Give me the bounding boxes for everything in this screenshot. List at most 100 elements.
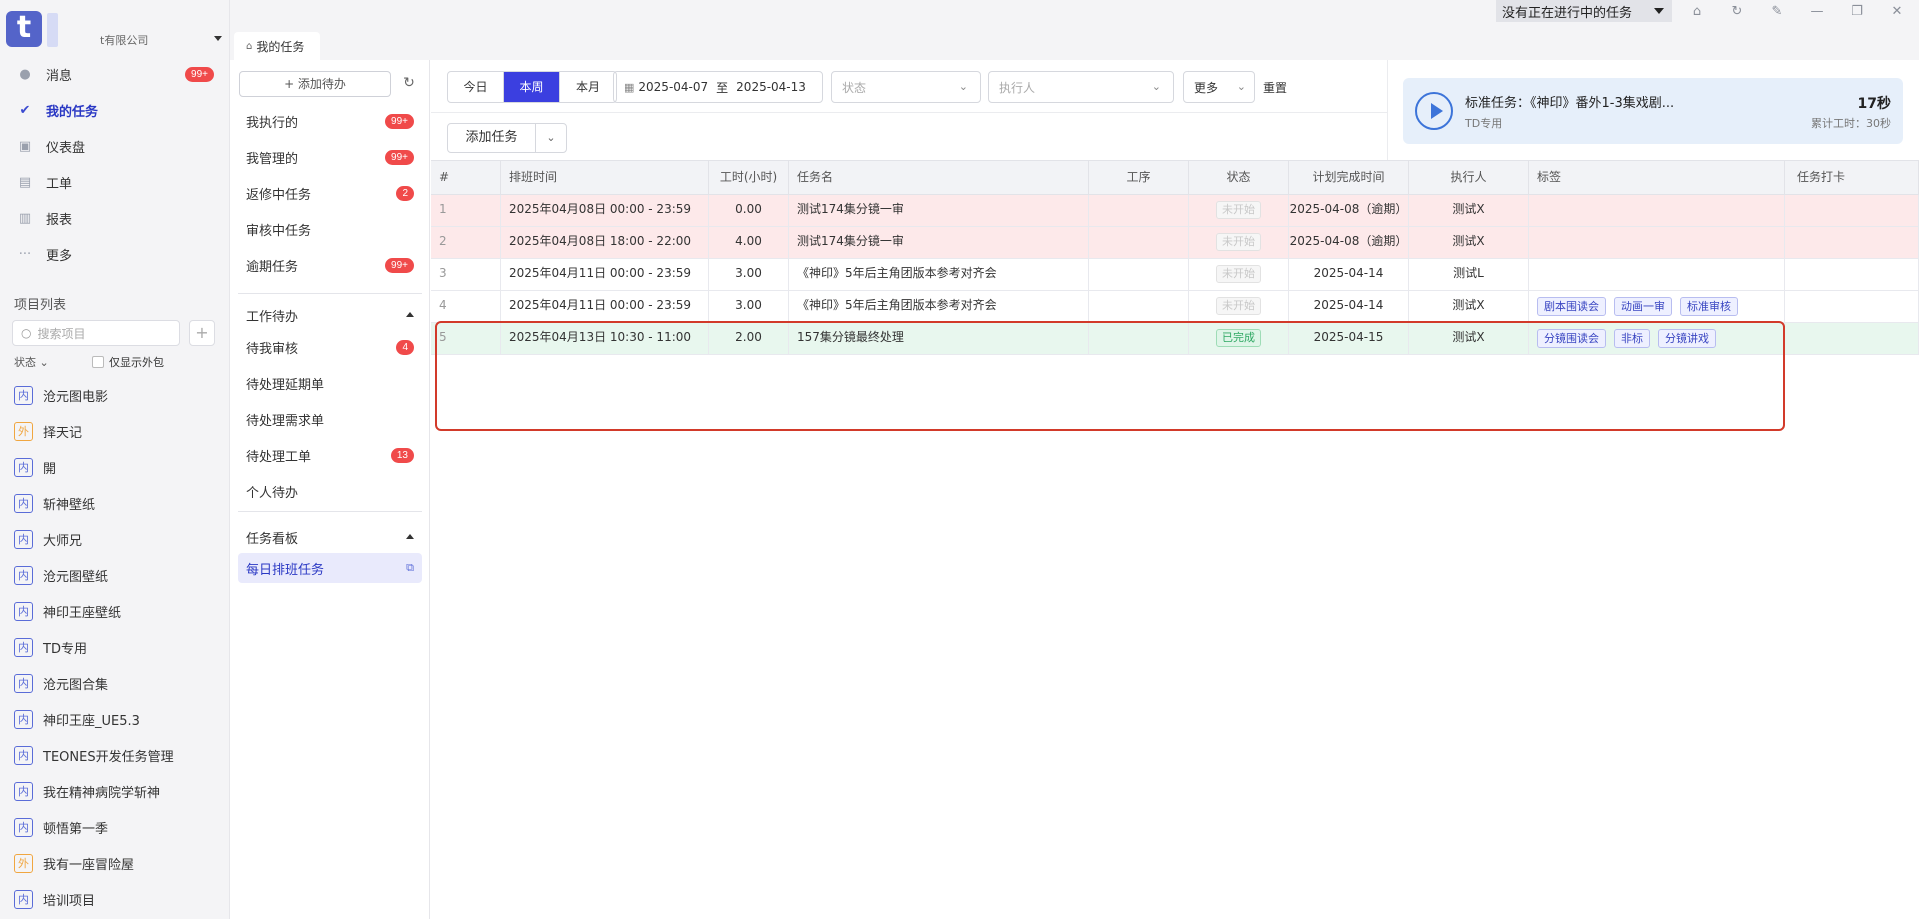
project-name: 沧元图合集 [43, 677, 109, 693]
col-checkin[interactable]: 任务打卡 [1785, 161, 1919, 194]
project-item[interactable]: 内開 [14, 456, 56, 478]
nav-item-dashboard[interactable]: ▣ 仪表盘 [8, 130, 214, 162]
task-check-icon: ✔ [19, 102, 31, 118]
category-pending-request[interactable]: 待处理需求单 [238, 404, 422, 434]
more-filters-button[interactable]: 更多 ⌄ [1183, 71, 1255, 103]
table-row[interactable]: 2 2025年04月08日 18:00 - 22:00 4.00 测试174集分镜一审… [431, 227, 1919, 259]
cell-task-name-text[interactable]: 《神印》5年后主角团版本参考对齐会 [797, 298, 997, 312]
project-item[interactable]: 内沧元图电影 [14, 384, 108, 406]
category-pending-ticket[interactable]: 待处理工单 13 [238, 440, 422, 470]
nav-item-my-tasks[interactable]: ✔ 我的任务 [8, 94, 214, 126]
project-search-input[interactable]: ○ 搜索项目 [12, 320, 180, 346]
add-todo-button[interactable]: + 添加待办 [239, 71, 391, 97]
timer-task-title[interactable]: 标准任务：《神印》番外1-3集戏剧... [1465, 92, 1674, 111]
pin-icon[interactable]: ✎ [1767, 2, 1787, 22]
cell-hours-text: 3.00 [735, 298, 762, 312]
period-today[interactable]: 今日 [448, 72, 504, 102]
date-separator: 至 [716, 80, 729, 95]
app-logo[interactable]: t [6, 11, 42, 47]
col-process[interactable]: 工序 [1089, 161, 1189, 194]
period-this-month[interactable]: 本月 [560, 72, 616, 102]
project-item[interactable]: 内顿悟第一季 [14, 816, 108, 838]
col-hours[interactable]: 工时(小时) [709, 161, 789, 194]
col-assignee[interactable]: 执行人 [1409, 161, 1529, 194]
category-executed[interactable]: 我执行的 99+ [238, 106, 422, 136]
nav-item-more[interactable]: ··· 更多 [8, 238, 214, 270]
status-badge: 已完成 [1216, 329, 1261, 347]
table-row[interactable]: 4 2025年04月11日 00:00 - 23:59 3.00 《神印》5年后主角团… [431, 291, 1919, 323]
tag-chip[interactable]: 非标 [1614, 329, 1650, 348]
project-item[interactable]: 内斩神壁纸 [14, 492, 95, 514]
col-tags[interactable]: 标签 [1529, 161, 1785, 194]
project-item[interactable]: 内大师兄 [14, 528, 82, 550]
project-item[interactable]: 内我在精神病院学斩神 [14, 780, 160, 802]
col-schedule-time[interactable]: 排班时间 [501, 161, 709, 194]
section-work-todo[interactable]: 工作待办 [246, 306, 414, 325]
cell-assignee: 测试X [1409, 195, 1529, 226]
category-label: 个人待办 [246, 485, 299, 501]
project-status-filter[interactable]: 状态 ⌄ [14, 354, 49, 370]
cell-assignee-text: 测试X [1452, 330, 1485, 344]
project-name: TEONES开发任务管理 [43, 749, 174, 765]
period-this-week[interactable]: 本周 [504, 72, 560, 102]
external-link-icon[interactable]: ⧉ [406, 561, 414, 575]
tag-chip[interactable]: 分镜讲戏 [1658, 329, 1716, 348]
cell-due: 2025-04-14 [1289, 259, 1409, 290]
category-managed[interactable]: 我管理的 99+ [238, 142, 422, 172]
tag-chip[interactable]: 标准审核 [1680, 297, 1738, 316]
nav-item-messages[interactable]: ● 消息 99+ [8, 58, 214, 90]
cell-task-name-text[interactable]: 测试174集分镜一审 [797, 202, 904, 216]
section-task-board[interactable]: 任务看板 [246, 528, 414, 547]
checkbox-box[interactable] [92, 356, 104, 368]
tag-chip[interactable]: 分镜围读会 [1537, 329, 1606, 348]
cell-task-name-text[interactable]: 157集分镜最终处理 [797, 330, 904, 344]
refresh-icon[interactable]: ↻ [1727, 2, 1747, 22]
tag-chip[interactable]: 动画一审 [1614, 297, 1672, 316]
category-reviewing[interactable]: 审核中任务 [238, 214, 422, 244]
project-item[interactable]: 内培训项目 [14, 888, 95, 910]
category-pending-extension[interactable]: 待处理延期单 [238, 368, 422, 398]
project-item[interactable]: 内 TEONES开发任务管理 [14, 744, 174, 766]
reset-button[interactable]: 重置 [1263, 79, 1287, 96]
add-project-button[interactable]: + [189, 320, 215, 346]
add-task-button[interactable]: 添加任务 [448, 124, 536, 152]
cell-task-name-text[interactable]: 测试174集分镜一审 [797, 234, 904, 248]
minimize-icon[interactable]: — [1807, 2, 1827, 22]
nav-item-reports[interactable]: ▥ 报表 [8, 202, 214, 234]
project-item[interactable]: 外择天记 [14, 420, 82, 442]
board-daily-schedule[interactable]: 每日排班任务 ⧉ [238, 553, 422, 583]
project-item[interactable]: 内神印王座_UE5.3 [14, 708, 140, 730]
company-switcher[interactable]: t有限公司 [100, 32, 222, 48]
close-icon[interactable]: ✕ [1887, 2, 1907, 22]
project-item[interactable]: 外我有一座冒险屋 [14, 852, 134, 874]
project-item[interactable]: 内神印王座壁纸 [14, 600, 121, 622]
project-item[interactable]: 内 TD专用 [14, 636, 87, 658]
col-task-name[interactable]: 任务名 [789, 161, 1089, 194]
tab-my-tasks[interactable]: ⌂ 我的任务 [234, 32, 320, 60]
tag-chip[interactable]: 剧本围读会 [1537, 297, 1606, 316]
table-row[interactable]: 5 2025年04月13日 10:30 - 11:00 2.00 157集分镜最终处理… [431, 323, 1919, 355]
category-pending-review[interactable]: 待我审核 4 [238, 332, 422, 362]
outsource-only-checkbox[interactable]: 仅显示外包 [92, 354, 164, 370]
restore-icon[interactable]: ❐ [1847, 2, 1867, 22]
running-task-select[interactable]: 没有正在进行中的任务 [1496, 0, 1672, 22]
assignee-filter-select[interactable]: 执行人 ⌄ [988, 71, 1174, 103]
col-due[interactable]: 计划完成时间 [1289, 161, 1409, 194]
date-range-picker[interactable]: ▦ 2025-04-07 至 2025-04-13 [613, 71, 823, 103]
cell-tags: 分镜围读会 非标 分镜讲戏 [1529, 323, 1785, 354]
box-icon[interactable]: ⌂ [1687, 2, 1707, 22]
nav-item-tickets[interactable]: ▤ 工单 [8, 166, 214, 198]
project-item[interactable]: 内沧元图壁纸 [14, 564, 108, 586]
status-filter-select[interactable]: 状态 ⌄ [831, 71, 981, 103]
category-overdue[interactable]: 逾期任务 99+ [238, 250, 422, 280]
refresh-icon[interactable]: ↻ [400, 74, 418, 92]
category-rework[interactable]: 返修中任务 2 [238, 178, 422, 208]
cell-task-name-text[interactable]: 《神印》5年后主角团版本参考对齐会 [797, 266, 997, 280]
table-row[interactable]: 3 2025年04月11日 00:00 - 23:59 3.00 《神印》5年后主角团… [431, 259, 1919, 291]
project-item[interactable]: 内沧元图合集 [14, 672, 108, 694]
table-row[interactable]: 1 2025年04月08日 00:00 - 23:59 0.00 测试174集分镜一审… [431, 195, 1919, 227]
play-icon[interactable] [1415, 92, 1453, 130]
col-status[interactable]: 状态 [1189, 161, 1289, 194]
category-personal-todo[interactable]: 个人待办 [238, 476, 422, 506]
chevron-down-icon[interactable]: ⌄ [536, 124, 566, 152]
